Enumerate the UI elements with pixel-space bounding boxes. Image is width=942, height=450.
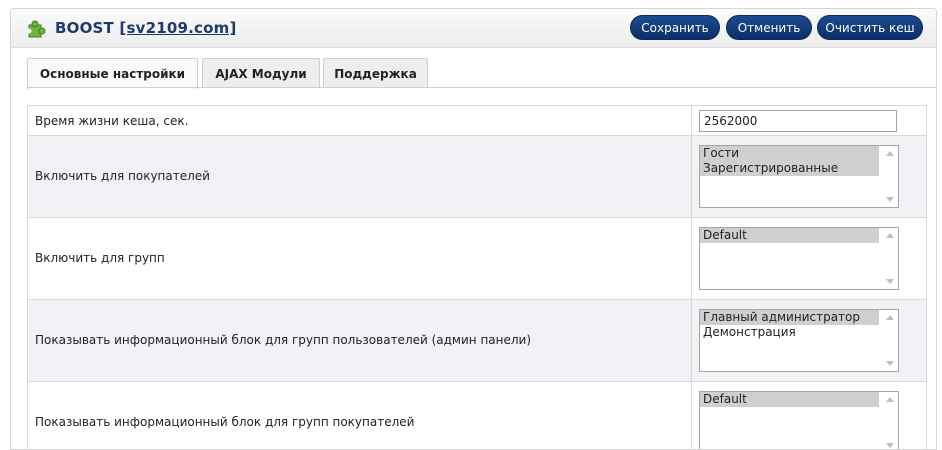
scroll-up-icon[interactable]: [886, 151, 894, 156]
domain-link[interactable]: [sv2109.com]: [119, 19, 236, 37]
settings-table: Время жизни кеша, сек. 2562000 Включить …: [27, 105, 927, 449]
scroll-down-icon[interactable]: [886, 443, 894, 448]
customers-multiselect[interactable]: Гости Зарегистрированные: [699, 145, 899, 208]
list-option[interactable]: Default: [700, 228, 879, 243]
scrollbar[interactable]: [881, 392, 898, 449]
column-divider: [691, 382, 692, 449]
groups-multiselect[interactable]: Default: [699, 227, 899, 290]
panel-header: BOOST [sv2109.com] Сохранить Отменить Оч…: [11, 9, 936, 48]
setting-label: Включить для групп: [35, 251, 165, 265]
tab-divider: [27, 87, 936, 88]
table-row: Показывать информационный блок для групп…: [27, 300, 927, 382]
scroll-up-icon[interactable]: [886, 397, 894, 402]
cache-lifetime-input[interactable]: 2562000: [699, 110, 897, 132]
table-row: Включить для групп Default: [27, 218, 927, 300]
setting-label: Показывать информационный блок для групп…: [35, 333, 532, 347]
scrollbar[interactable]: [881, 228, 898, 289]
column-divider: [691, 300, 692, 381]
setting-label: Включить для покупателей: [35, 169, 210, 183]
customer-groups-multiselect[interactable]: Default: [699, 391, 899, 449]
scrollbar[interactable]: [881, 146, 898, 207]
puzzle-icon: [26, 20, 46, 38]
clear-cache-button[interactable]: Очистить кеш: [817, 15, 923, 40]
table-row: Время жизни кеша, сек. 2562000: [27, 106, 927, 136]
scroll-up-icon[interactable]: [886, 233, 894, 238]
tab-support[interactable]: Поддержка: [323, 58, 428, 88]
tab-main-settings[interactable]: Основные настройки: [27, 58, 198, 89]
list-option[interactable]: Default: [700, 392, 879, 407]
title-text: BOOST: [55, 19, 114, 37]
list-option[interactable]: Демонстрация: [700, 325, 879, 340]
admin-groups-multiselect[interactable]: Главный администратор Демонстрация: [699, 309, 899, 372]
scroll-down-icon[interactable]: [886, 361, 894, 366]
page-title: BOOST [sv2109.com]: [55, 19, 237, 37]
table-row: Включить для покупателей Гости Зарегистр…: [27, 136, 927, 218]
list-option[interactable]: Главный администратор: [700, 310, 879, 325]
save-button[interactable]: Сохранить: [630, 15, 720, 40]
scrollbar[interactable]: [881, 310, 898, 371]
scroll-down-icon[interactable]: [886, 197, 894, 202]
cancel-button[interactable]: Отменить: [726, 15, 812, 40]
column-divider: [691, 218, 692, 299]
scroll-up-icon[interactable]: [886, 315, 894, 320]
settings-panel: BOOST [sv2109.com] Сохранить Отменить Оч…: [10, 8, 937, 450]
setting-label: Время жизни кеша, сек.: [35, 114, 189, 128]
column-divider: [691, 136, 692, 217]
list-option[interactable]: Гости: [700, 146, 879, 161]
column-divider: [691, 106, 692, 135]
setting-label: Показывать информационный блок для групп…: [35, 415, 415, 429]
table-row: Показывать информационный блок для групп…: [27, 382, 927, 449]
list-option[interactable]: Зарегистрированные: [700, 161, 879, 176]
scroll-down-icon[interactable]: [886, 279, 894, 284]
tab-ajax-modules[interactable]: AJAX Модули: [202, 58, 320, 88]
